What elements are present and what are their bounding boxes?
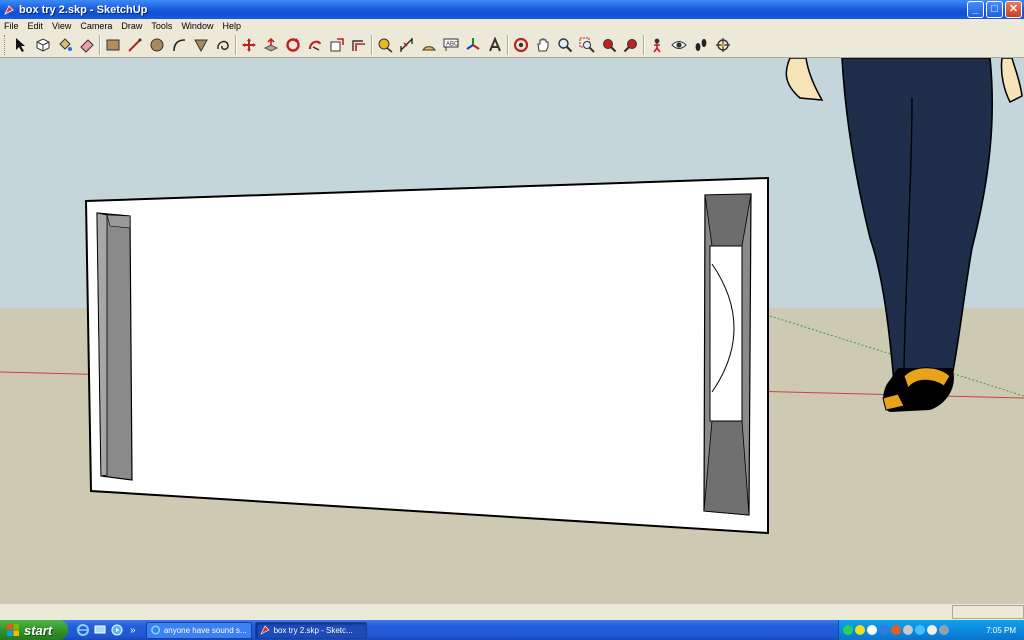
menu-file[interactable]: File [0,21,24,31]
menu-window[interactable]: Window [177,21,218,31]
title-bar: box try 2.skp - SketchUp _ □ ✕ [0,0,1024,19]
scene-canvas[interactable] [0,58,1024,620]
toolbar-separator [507,34,509,55]
orbit-icon[interactable] [510,34,532,56]
freehand-icon[interactable] [212,34,234,56]
toolbar: ABC [0,32,1024,58]
axes-icon[interactable] [462,34,484,56]
status-bar [0,604,1024,620]
toolbar-grip[interactable] [4,34,7,55]
taskbar-item-browser[interactable]: anyone have sound s... [145,621,252,639]
taskbar: start » anyone have sound s... box try 2… [0,620,1024,640]
box-face[interactable] [84,176,769,535]
minimize-button[interactable]: _ [967,1,984,18]
scale-icon[interactable] [326,34,348,56]
make-component-icon[interactable] [32,34,54,56]
menu-camera[interactable]: Camera [76,21,117,31]
previous-view-icon[interactable] [620,34,642,56]
tape-measure-icon[interactable] [374,34,396,56]
toolbar-separator [99,34,101,55]
quick-launch-more[interactable]: » [130,625,136,636]
left-port[interactable] [96,212,133,481]
printer-icon[interactable] [903,625,913,635]
window-title: box try 2.skp - SketchUp [19,3,148,16]
bluetooth-icon[interactable] [879,625,889,635]
paint-bucket-icon[interactable] [54,34,76,56]
internet-explorer-icon[interactable] [76,623,90,637]
security-icon[interactable] [855,625,865,635]
menu-bar: File Edit View Camera Draw Tools Window … [0,19,1024,32]
section-plane-icon[interactable] [712,34,734,56]
display-icon[interactable] [939,625,949,635]
arc-icon[interactable] [168,34,190,56]
position-camera-icon[interactable] [646,34,668,56]
line-icon[interactable] [124,34,146,56]
circle-icon[interactable] [146,34,168,56]
taskbar-item-label: box try 2.skp - Sketc... [273,625,353,635]
show-desktop-icon[interactable] [93,623,107,637]
push-pull-icon[interactable] [260,34,282,56]
zoom-icon[interactable] [554,34,576,56]
move-icon[interactable] [238,34,260,56]
svg-text:ABC: ABC [446,41,459,47]
follow-me-icon[interactable] [304,34,326,56]
start-button[interactable]: start [0,620,68,640]
polygon-icon[interactable] [190,34,212,56]
select-icon[interactable] [10,34,32,56]
drawing-viewport[interactable] [0,58,1024,620]
menu-draw[interactable]: Draw [117,21,147,31]
rotate-icon[interactable] [282,34,304,56]
toolbar-separator [643,34,645,55]
zoom-extents-icon[interactable] [598,34,620,56]
window-controls: _ □ ✕ [967,1,1022,18]
taskbar-item-sketchup[interactable]: box try 2.skp - Sketc... [254,621,367,639]
messenger-icon[interactable] [915,625,925,635]
start-label: start [24,622,53,638]
eraser-icon[interactable] [76,34,98,56]
dimension-icon[interactable] [396,34,418,56]
internet-explorer-icon [150,625,160,635]
volume-icon[interactable] [927,625,937,635]
close-button[interactable]: ✕ [1005,1,1022,18]
taskbar-item-label: anyone have sound s... [163,625,247,635]
offset-icon[interactable] [348,34,370,56]
right-port[interactable] [703,193,752,516]
pan-icon[interactable] [532,34,554,56]
text-icon[interactable]: ABC [440,34,462,56]
toolbar-separator [235,34,237,55]
rectangle-icon[interactable] [102,34,124,56]
toolbar-separator [371,34,373,55]
quick-launch [76,623,124,637]
sketchup-app-icon [259,625,270,635]
sketchup-app-icon [3,4,15,16]
system-tray: 7:05 PM [838,620,1024,640]
zoom-window-icon[interactable] [576,34,598,56]
measurements-box[interactable] [952,605,1024,619]
menu-tools[interactable]: Tools [147,21,177,31]
antivirus-icon[interactable] [867,625,877,635]
protractor-icon[interactable] [418,34,440,56]
clock[interactable]: 7:05 PM [986,626,1016,635]
windows-logo-icon [7,624,19,636]
network-icon[interactable] [843,625,853,635]
look-around-icon[interactable] [668,34,690,56]
menu-help[interactable]: Help [218,21,246,31]
media-player-icon[interactable] [110,623,124,637]
update-icon[interactable] [891,625,901,635]
3d-text-icon[interactable] [484,34,506,56]
menu-view[interactable]: View [48,21,76,31]
menu-edit[interactable]: Edit [24,21,49,31]
walk-icon[interactable] [690,34,712,56]
maximize-button[interactable]: □ [986,1,1003,18]
